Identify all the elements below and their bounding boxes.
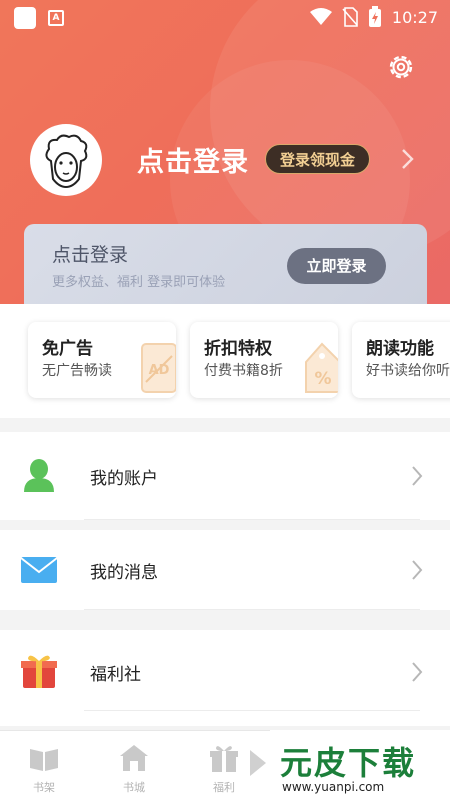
watermark-url: www.yuanpi.com [282,780,385,794]
chevron-right-icon [412,560,423,580]
feature-row: 免广告 无广告畅读 AD 折扣特权 付费书籍8折 % 朗读功能 好书读给你听 [0,304,450,418]
tab-bookstore[interactable]: 书城 [104,737,164,797]
divider [84,609,420,610]
divider [84,519,420,520]
menu-item-welfare-club[interactable]: 福利社 [0,630,450,726]
gift-icon [21,655,57,688]
status-bar: A 10:27 [0,0,450,34]
chevron-right-icon [412,662,423,682]
menu-item-messages[interactable]: 我的消息 [0,530,450,610]
chevron-right-icon[interactable] [398,146,418,172]
bookstore-icon [120,745,148,771]
menu-item-label: 我的消息 [90,563,158,583]
feature-subtitle: 好书读给你听 [366,363,450,379]
feature-subtitle: 无广告畅读 [42,363,112,379]
tab-welfare[interactable]: 福利 [194,737,254,797]
feature-title: 免广告 [42,339,93,359]
login-card-subtitle: 更多权益、福利 登录即可体验 [52,275,226,290]
login-title[interactable]: 点击登录 [137,140,249,179]
battery-charging-icon [368,6,381,27]
feature-title: 折扣特权 [204,339,272,359]
settings-gear-icon[interactable] [386,52,416,82]
feature-title: 朗读功能 [366,339,434,359]
tab-label: 书架 [33,781,55,794]
login-card[interactable]: 点击登录 更多权益、福利 登录即可体验 立即登录 [24,224,427,304]
no-ad-icon: AD [141,343,176,393]
notification-a-icon: A [48,10,64,26]
menu-item-label: 我的账户 [90,469,158,489]
message-icon [20,557,58,583]
tab-label: 书城 [123,781,145,794]
profile-header: A 10:27 点击登录 登录领现金 点击登录 更多权益、福利 登录即可体验 立… [0,0,450,304]
site-watermark: 元皮下载 www.yuanpi.com [250,730,450,800]
discount-tag-icon: % [305,342,338,393]
welfare-icon [210,746,238,772]
play-arrow-icon [250,750,266,776]
bookshelf-icon [30,749,58,771]
menu-item-label: 福利社 [90,665,141,685]
feature-card-no-ads[interactable]: 免广告 无广告畅读 AD [28,322,176,398]
login-reward-badge[interactable]: 登录领现金 [265,144,371,174]
watermark-logo-text: 元皮下载 [280,744,417,782]
no-sim-icon [342,7,358,27]
status-time: 10:27 [391,7,438,27]
feature-card-discount[interactable]: 折扣特权 付费书籍8折 % [190,322,338,398]
chevron-right-icon [412,466,423,486]
wifi-icon [309,8,332,25]
tab-label: 福利 [213,781,235,794]
login-card-title: 点击登录 [52,244,129,266]
sheep-avatar-icon [45,134,88,189]
notification-app-icon [14,7,36,29]
menu-item-account[interactable]: 我的账户 [0,432,450,520]
login-now-button[interactable]: 立即登录 [287,248,386,284]
tab-bookshelf[interactable]: 书架 [14,737,74,797]
divider [84,710,420,711]
avatar[interactable] [30,124,102,196]
feature-card-read-aloud[interactable]: 朗读功能 好书读给你听 [352,322,450,398]
account-icon [24,459,54,492]
feature-subtitle: 付费书籍8折 [204,363,283,379]
svg-text:%: % [314,369,331,389]
